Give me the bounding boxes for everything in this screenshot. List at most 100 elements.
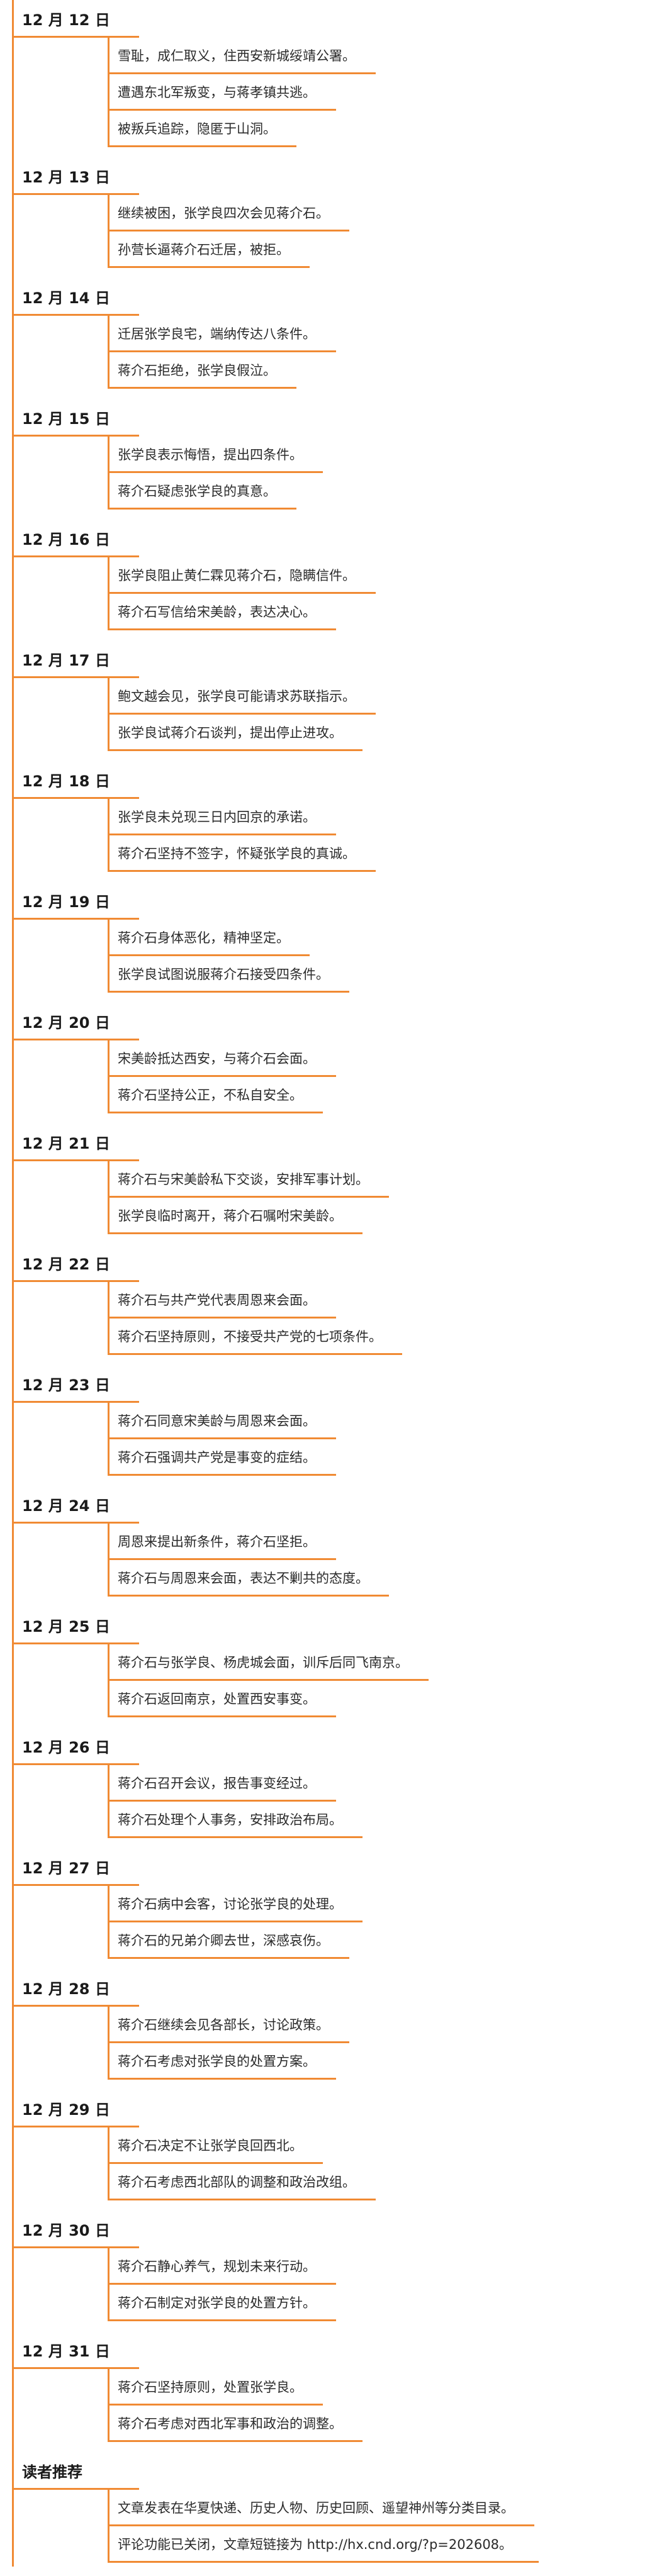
entry-text: 孙营长逼蒋介石迁居，被拒。 (118, 242, 289, 257)
timeline-entry[interactable]: 张学良阻止黄仁霖见蒋介石，隐瞒信件。 (108, 557, 376, 594)
timeline-entry[interactable]: 评论功能已关闭，文章短链接为 http://hx.cnd.org/?p=2026… (108, 2526, 539, 2563)
timeline-entry[interactable]: 张学良试图说服蒋介石接受四条件。 (108, 956, 349, 993)
entry-text: 蒋介石返回南京，处置西安事变。 (118, 1692, 316, 1707)
timeline-entry[interactable]: 蒋介石写信给宋美龄，表达决心。 (108, 594, 336, 630)
date-node[interactable]: 12 月 29 日 (12, 2090, 139, 2127)
timeline-entry[interactable]: 鲍文越会见，张学良可能请求苏联指示。 (108, 678, 376, 715)
date-node[interactable]: 12 月 22 日 (12, 1244, 139, 1282)
entry-underline (108, 1715, 336, 1717)
date-label: 12 月 19 日 (22, 893, 110, 911)
date-node[interactable]: 12 月 21 日 (12, 1124, 139, 1161)
timeline-entry[interactable]: 蒋介石与宋美龄私下交谈，安排军事计划。 (108, 1161, 389, 1198)
timeline-entry[interactable]: 张学良未兑现三日内回京的承诺。 (108, 799, 336, 835)
timeline-entry[interactable]: 蒋介石静心养气，规划未来行动。 (108, 2248, 336, 2285)
timeline-entry[interactable]: 蒋介石坚持原则，不接受共产党的七项条件。 (108, 1319, 402, 1355)
date-node[interactable]: 12 月 12 日 (12, 0, 139, 38)
timeline-entry[interactable]: 蒋介石同意宋美龄与周恩来会面。 (108, 1403, 336, 1439)
entry-text: 蒋介石决定不让张学良回西北。 (118, 2138, 303, 2153)
timeline-entry[interactable]: 宋美龄抵达西安，与蒋介石会面。 (108, 1040, 336, 1077)
entry-underline (108, 387, 296, 389)
timeline-entry[interactable]: 继续被困，张学良四次会见蒋介石。 (108, 195, 349, 231)
entry-underline (108, 266, 310, 268)
entry-text: 蒋介石强调共产党是事变的症结。 (118, 1450, 316, 1465)
entry-text: 蒋介石身体恶化，精神坚定。 (118, 930, 289, 945)
entry-text: 蒋介石与周恩来会面，表达不剿共的态度。 (118, 1571, 369, 1586)
date-label: 12 月 20 日 (22, 1014, 110, 1032)
entry-text: 蒋介石静心养气，规划未来行动。 (118, 2259, 316, 2274)
date-label: 12 月 31 日 (22, 2343, 110, 2360)
timeline-entry[interactable]: 蒋介石病中会客，讨论张学良的处理。 (108, 1886, 363, 1922)
entry-text: 周恩来提出新条件，蒋介石坚拒。 (118, 1534, 316, 1549)
timeline-entry[interactable]: 蒋介石坚持公正，不私自安全。 (108, 1077, 323, 1113)
timeline-entry[interactable]: 蒋介石与周恩来会面，表达不剿共的态度。 (108, 1560, 389, 1597)
timeline-entry[interactable]: 张学良表示悔悟，提出四条件。 (108, 437, 323, 473)
date-node[interactable]: 12 月 18 日 (12, 761, 139, 799)
timeline-entry[interactable]: 蒋介石继续会见各部长，讨论政策。 (108, 2007, 349, 2043)
timeline-entry[interactable]: 蒋介石考虑西北部队的调整和政治改组。 (108, 2164, 376, 2200)
date-node[interactable]: 12 月 13 日 (12, 157, 139, 195)
entry-text: 蒋介石考虑对西北军事和政治的调整。 (118, 2416, 342, 2431)
timeline-entry[interactable]: 周恩来提出新条件，蒋介石坚拒。 (108, 1524, 336, 1560)
timeline-entry[interactable]: 蒋介石拒绝，张学良假泣。 (108, 352, 296, 389)
date-node[interactable]: 读者推荐 (12, 2452, 139, 2490)
entry-text: 文章发表在华夏快递、历史人物、历史回顾、遥望神州等分类目录。 (118, 2501, 514, 2516)
date-node[interactable]: 12 月 20 日 (12, 1003, 139, 1040)
timeline-entry[interactable]: 雪耻，成仁取义，住西安新城绥靖公署。 (108, 38, 376, 74)
timeline-entry[interactable]: 迁居张学良宅，端纳传达八条件。 (108, 316, 336, 352)
entry-underline (108, 2078, 336, 2080)
entry-text: 蒋介石的兄弟介卿去世，深感哀伤。 (118, 1933, 329, 1948)
timeline-entry[interactable]: 蒋介石制定对张学良的处置方针。 (108, 2285, 336, 2321)
date-node[interactable]: 12 月 16 日 (12, 520, 139, 557)
timeline-entry[interactable]: 孙营长逼蒋介石迁居，被拒。 (108, 231, 310, 268)
entry-underline (108, 1474, 336, 1476)
timeline-entry[interactable]: 张学良临时离开，蒋介石嘱咐宋美龄。 (108, 1198, 363, 1234)
timeline-entry[interactable]: 蒋介石的兄弟介卿去世，深感哀伤。 (108, 1922, 349, 1959)
timeline-entry[interactable]: 蒋介石与共产党代表周恩来会面。 (108, 1282, 336, 1319)
entry-underline (108, 1595, 389, 1597)
timeline-entry[interactable]: 文章发表在华夏快递、历史人物、历史回顾、遥望神州等分类目录。 (108, 2490, 534, 2526)
timeline-entry[interactable]: 蒋介石身体恶化，精神坚定。 (108, 920, 310, 956)
date-node[interactable]: 12 月 26 日 (12, 1727, 139, 1765)
date-node[interactable]: 12 月 28 日 (12, 1969, 139, 2007)
date-node[interactable]: 12 月 15 日 (12, 399, 139, 437)
date-node[interactable]: 12 月 31 日 (12, 2331, 139, 2369)
entry-text: 蒋介石病中会客，讨论张学良的处理。 (118, 1897, 342, 1912)
timeline-entry[interactable]: 张学良试蒋介石谈判，提出停止进攻。 (108, 715, 363, 751)
timeline-entry[interactable]: 蒋介石处理个人事务，安排政治布局。 (108, 1802, 363, 1838)
timeline-entry[interactable]: 蒋介石疑虑张学良的真意。 (108, 473, 296, 510)
date-label: 12 月 29 日 (22, 2101, 110, 2119)
date-label: 12 月 14 日 (22, 289, 110, 307)
timeline-entry[interactable]: 蒋介石强调共产党是事变的症结。 (108, 1439, 336, 1476)
date-node[interactable]: 12 月 25 日 (12, 1607, 139, 1644)
entry-underline (108, 870, 376, 872)
date-node[interactable]: 12 月 17 日 (12, 640, 139, 678)
date-node[interactable]: 12 月 14 日 (12, 278, 139, 316)
timeline-entry[interactable]: 蒋介石考虑对西北军事和政治的调整。 (108, 2406, 363, 2442)
entry-underline (108, 1353, 402, 1355)
date-node[interactable]: 12 月 30 日 (12, 2211, 139, 2248)
date-node[interactable]: 12 月 24 日 (12, 1486, 139, 1524)
timeline-entry[interactable]: 蒋介石考虑对张学良的处置方案。 (108, 2043, 336, 2080)
date-node[interactable]: 12 月 23 日 (12, 1365, 139, 1403)
date-node[interactable]: 12 月 19 日 (12, 882, 139, 920)
timeline-entry[interactable]: 蒋介石坚持原则，处置张学良。 (108, 2369, 323, 2406)
entry-text: 蒋介石坚持原则，处置张学良。 (118, 2380, 303, 2395)
timeline-entry[interactable]: 蒋介石坚持不签字，怀疑张学良的真诚。 (108, 835, 376, 872)
entry-text: 蒋介石同意宋美龄与周恩来会面。 (118, 1413, 316, 1429)
timeline-entry[interactable]: 蒋介石返回南京，处置西安事变。 (108, 1681, 336, 1717)
entry-text: 蒋介石制定对张学良的处置方针。 (118, 2295, 316, 2311)
timeline-entry[interactable]: 蒋介石召开会议，报告事变经过。 (108, 1765, 336, 1802)
entry-text: 蒋介石与张学良、杨虎城会面，训斥后同飞南京。 (118, 1655, 408, 1670)
entry-text: 张学良临时离开，蒋介石嘱咐宋美龄。 (118, 1208, 342, 1224)
timeline-spine (12, 0, 14, 2567)
timeline-entry[interactable]: 遭遇东北军叛变，与蒋孝镇共逃。 (108, 74, 336, 111)
entry-text: 继续被困，张学良四次会见蒋介石。 (118, 206, 329, 221)
date-label: 12 月 17 日 (22, 652, 110, 669)
entry-text: 蒋介石坚持不签字，怀疑张学良的真诚。 (118, 846, 356, 861)
timeline-entry[interactable]: 蒋介石决定不让张学良回西北。 (108, 2127, 323, 2164)
timeline-entry[interactable]: 蒋介石与张学良、杨虎城会面，训斥后同飞南京。 (108, 1644, 429, 1681)
entry-text: 蒋介石坚持公正，不私自安全。 (118, 1088, 303, 1103)
date-label: 12 月 21 日 (22, 1135, 110, 1152)
timeline-entry[interactable]: 被叛兵追踪，隐匿于山洞。 (108, 111, 296, 147)
date-node[interactable]: 12 月 27 日 (12, 1848, 139, 1886)
